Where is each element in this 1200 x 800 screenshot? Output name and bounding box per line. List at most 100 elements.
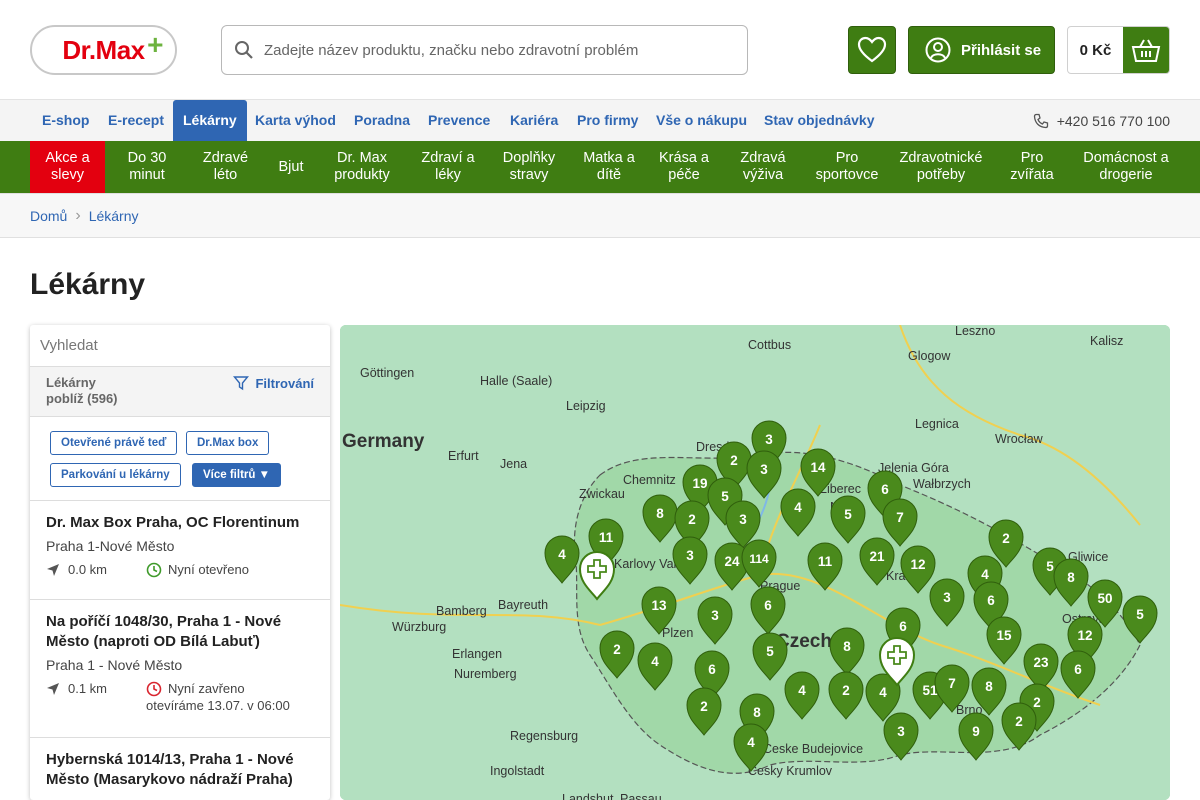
- cat-zdravotnicke-potreby[interactable]: Zdravotnické potřeby: [890, 141, 992, 193]
- pharmacy-list-item[interactable]: Dr. Max Box Praha, OC Florentinum Praha …: [30, 501, 330, 600]
- cluster-count: 8: [656, 506, 664, 521]
- map-city-label: Erfurt: [448, 449, 479, 463]
- cluster-count: 8: [985, 679, 993, 694]
- filter-bar: Lékárny poblíž (596) Filtrování: [30, 367, 330, 417]
- filter-chips: Otevřené právě teď Dr.Max box Parkování …: [30, 417, 330, 501]
- cluster-count: 5: [1136, 607, 1144, 622]
- basket-icon: [1123, 27, 1169, 73]
- user-icon: [925, 37, 951, 63]
- clock-icon: [146, 562, 162, 578]
- topnav-eshop[interactable]: E-shop: [32, 100, 99, 141]
- cluster-count: 19: [692, 476, 707, 491]
- search-bar[interactable]: [221, 25, 748, 75]
- cluster-count: 24: [724, 554, 740, 569]
- chip-drmax-box[interactable]: Dr.Max box: [186, 431, 270, 455]
- cat-krasa-a-pece[interactable]: Krása a péče: [646, 141, 722, 193]
- pharmacy-list-item[interactable]: Na poříčí 1048/30, Praha 1 - Nové Město …: [30, 600, 330, 738]
- cluster-count: 8: [753, 705, 761, 720]
- cluster-count: 6: [1074, 662, 1082, 677]
- cluster-count: 50: [1097, 591, 1112, 606]
- cat-zdrava-vyziva[interactable]: Zdravá výživa: [722, 141, 804, 193]
- topnav-lekarny[interactable]: Lékárny: [173, 100, 247, 141]
- cluster-count: 11: [599, 530, 614, 545]
- cat-drmax-produkty[interactable]: Dr. Max produkty: [314, 141, 410, 193]
- cluster-count: 14: [810, 460, 826, 475]
- pharmacy-search-input[interactable]: [40, 337, 320, 354]
- pharmacy-count: Lékárny poblíž (596): [46, 375, 118, 406]
- login-button[interactable]: Přihlásit se: [908, 26, 1055, 74]
- navigation-arrow-icon: [47, 682, 59, 695]
- pharmacy-list-panel: Lékárny poblíž (596) Filtrování Otevřené…: [30, 325, 330, 800]
- cat-pro-sportovce[interactable]: Pro sportovce: [804, 141, 890, 193]
- cluster-count: 4: [747, 735, 755, 750]
- map-city-label: Göttingen: [360, 366, 414, 380]
- pharmacy-name: Na poříčí 1048/30, Praha 1 - Nové Město …: [46, 613, 282, 650]
- favorites-button[interactable]: [848, 26, 896, 74]
- pharmacy-list-item[interactable]: Hybernská 1014/13, Praha 1 - Nové Město …: [30, 738, 330, 800]
- cluster-count: 2: [1033, 695, 1041, 710]
- cluster-count: 8: [843, 639, 851, 654]
- cluster-count: 9: [972, 724, 980, 739]
- cat-zdravi-a-leky[interactable]: Zdraví a léky: [410, 141, 486, 193]
- topnav-stav-objednavky[interactable]: Stav objednávky: [754, 100, 885, 141]
- navigation-arrow-icon: [47, 563, 59, 576]
- cluster-count: 4: [651, 654, 659, 669]
- cluster-count: 2: [688, 512, 696, 527]
- cluster-count: 13: [651, 598, 667, 613]
- pharmacy-status: Nyní otevřeno: [168, 562, 249, 577]
- drmax-logo[interactable]: Dr.Max +: [30, 25, 177, 75]
- map-city-label: Bamberg: [436, 604, 487, 618]
- map-city-label: Glogow: [908, 349, 951, 363]
- cat-doplnky-stravy[interactable]: Doplňky stravy: [486, 141, 572, 193]
- cart-button[interactable]: 0 Kč: [1067, 26, 1170, 74]
- map-city-label: Plzen: [662, 626, 693, 640]
- map-canvas[interactable]: Göttingen Halle (Saale) Leipzig Cottbus Lesz…: [340, 325, 1170, 800]
- cluster-count: 6: [881, 482, 889, 497]
- topnav-karta-vyhod[interactable]: Karta výhod: [245, 100, 346, 141]
- chip-otevrene[interactable]: Otevřené právě teď: [50, 431, 178, 455]
- cluster-count: 23: [1033, 655, 1049, 670]
- filter-button[interactable]: Filtrování: [233, 375, 314, 391]
- map-city-label: Nuremberg: [454, 667, 517, 681]
- breadcrumb-lekarny[interactable]: Lékárny: [89, 208, 139, 224]
- cat-zdrave-leto[interactable]: Zdravé léto: [183, 141, 268, 193]
- topnav-poradna[interactable]: Poradna: [344, 100, 420, 141]
- chevron-right-icon: ›: [75, 206, 81, 224]
- topnav-pro-firmy[interactable]: Pro firmy: [567, 100, 648, 141]
- cluster-count: 12: [910, 557, 925, 572]
- cat-bjut[interactable]: Bjut: [268, 141, 314, 193]
- chip-parkovani[interactable]: Parkování u lékárny: [50, 463, 181, 487]
- cat-akce-a-slevy[interactable]: Akce a slevy: [30, 141, 105, 193]
- cat-do-30-minut[interactable]: Do 30 minut: [111, 141, 183, 193]
- topnav-erecept[interactable]: E-recept: [98, 100, 174, 141]
- map-city-label: Halle (Saale): [480, 374, 552, 388]
- map-city-label: Würzburg: [392, 620, 446, 634]
- cat-domacnost-a-drogerie[interactable]: Domácnost a drogerie: [1072, 141, 1180, 193]
- pharmacy-status: Nyní zavřeno: [168, 681, 245, 696]
- cluster-count: 8: [1067, 570, 1075, 585]
- map-city-label: Ingolstadt: [490, 764, 545, 778]
- site-header: Dr.Max + Přihlásit se 0 Kč: [0, 0, 1200, 100]
- topnav-vse-o-nakupu[interactable]: Vše o nákupu: [646, 100, 757, 141]
- map-city-label: Leipzig: [566, 399, 606, 413]
- pharmacy-map[interactable]: Göttingen Halle (Saale) Leipzig Cottbus Lesz…: [340, 325, 1170, 800]
- cluster-count: 4: [558, 547, 566, 562]
- cluster-count: 2: [1002, 531, 1010, 546]
- map-city-label: Jena: [500, 457, 527, 471]
- search-input[interactable]: [264, 41, 724, 59]
- map-city-label: Cesky Krumlov: [748, 764, 833, 778]
- cat-pro-zvirata[interactable]: Pro zvířata: [992, 141, 1072, 193]
- breadcrumb-home[interactable]: Domů: [30, 208, 67, 224]
- filter-label: Filtrování: [255, 375, 314, 391]
- phone-contact[interactable]: +420 516 770 100: [1033, 100, 1170, 141]
- cluster-count: 21: [869, 549, 885, 564]
- map-city-label: Cottbus: [748, 338, 791, 352]
- topnav-kariera[interactable]: Kariéra: [500, 100, 568, 141]
- breadcrumb: Domů › Lékárny: [0, 193, 1200, 238]
- chip-vice-filtru[interactable]: Více filtrů ▼: [192, 463, 281, 487]
- cluster-count: 6: [764, 598, 772, 613]
- topnav-prevence[interactable]: Prevence: [418, 100, 500, 141]
- pharmacy-search[interactable]: [30, 325, 330, 367]
- logo-text: Dr.Max: [62, 34, 145, 65]
- cat-matka-a-dite[interactable]: Matka a dítě: [572, 141, 646, 193]
